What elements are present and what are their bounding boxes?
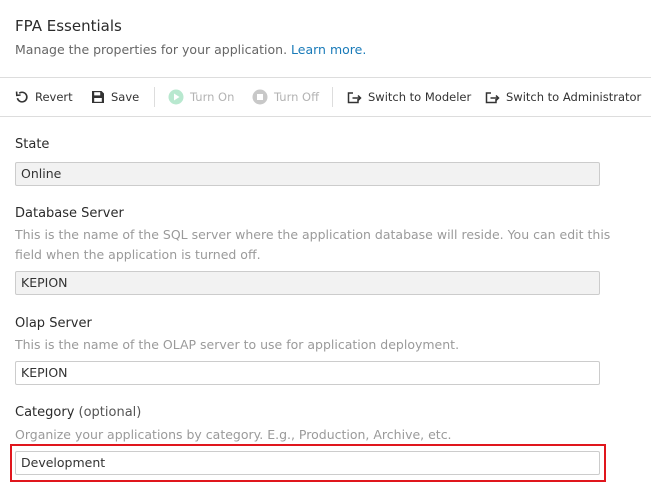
subtitle-text: Manage the properties for your applicati… (15, 42, 288, 57)
database-server-label: Database Server (15, 206, 124, 221)
switch-to-administrator-button[interactable]: Switch to Administrator (485, 78, 641, 116)
switch-to-administrator-label: Switch to Administrator (506, 90, 642, 104)
olap-server-label: Olap Server (15, 316, 92, 331)
learn-more-link[interactable]: Learn more. (291, 42, 366, 57)
database-server-help: This is the name of the SQL server where… (15, 227, 611, 262)
switch-arrow-icon (347, 92, 362, 104)
category-label: Category (optional) (15, 405, 141, 420)
category-input[interactable]: Development (15, 451, 600, 475)
olap-server-input[interactable]: KEPION (15, 361, 600, 385)
turn-off-button[interactable]: Turn Off (252, 78, 319, 116)
category-label-text: Category (15, 405, 75, 420)
revert-icon (15, 91, 28, 103)
save-button[interactable]: Save (91, 78, 139, 116)
play-circle-icon (168, 89, 184, 105)
turn-on-button[interactable]: Turn On (168, 78, 234, 116)
toolbar-separator (154, 87, 155, 107)
revert-button[interactable]: Revert (15, 78, 73, 116)
switch-to-modeler-button[interactable]: Switch to Modeler (347, 78, 471, 116)
database-server-field: KEPION (15, 271, 600, 295)
toolbar: Revert Save Turn On Turn Off Switch to M… (0, 77, 651, 117)
turn-on-label: Turn On (190, 90, 235, 104)
save-icon (92, 91, 104, 103)
category-optional-tag: (optional) (78, 405, 142, 420)
fpa-properties-page: FPA Essentials Manage the properties for… (0, 0, 651, 491)
switch-to-modeler-label: Switch to Modeler (368, 90, 472, 104)
state-field: Online (15, 162, 600, 186)
turn-off-label: Turn Off (274, 90, 320, 104)
toolbar-separator (332, 87, 333, 107)
page-subtitle: Manage the properties for your applicati… (15, 42, 366, 57)
switch-arrow-icon (485, 92, 500, 104)
revert-label: Revert (35, 90, 73, 104)
stop-circle-icon (252, 89, 268, 105)
save-label: Save (111, 90, 140, 104)
page-title: FPA Essentials (15, 17, 122, 35)
state-label: State (15, 137, 50, 152)
category-help: Organize your applications by category. … (15, 427, 452, 442)
olap-server-help: This is the name of the OLAP server to u… (15, 337, 460, 352)
